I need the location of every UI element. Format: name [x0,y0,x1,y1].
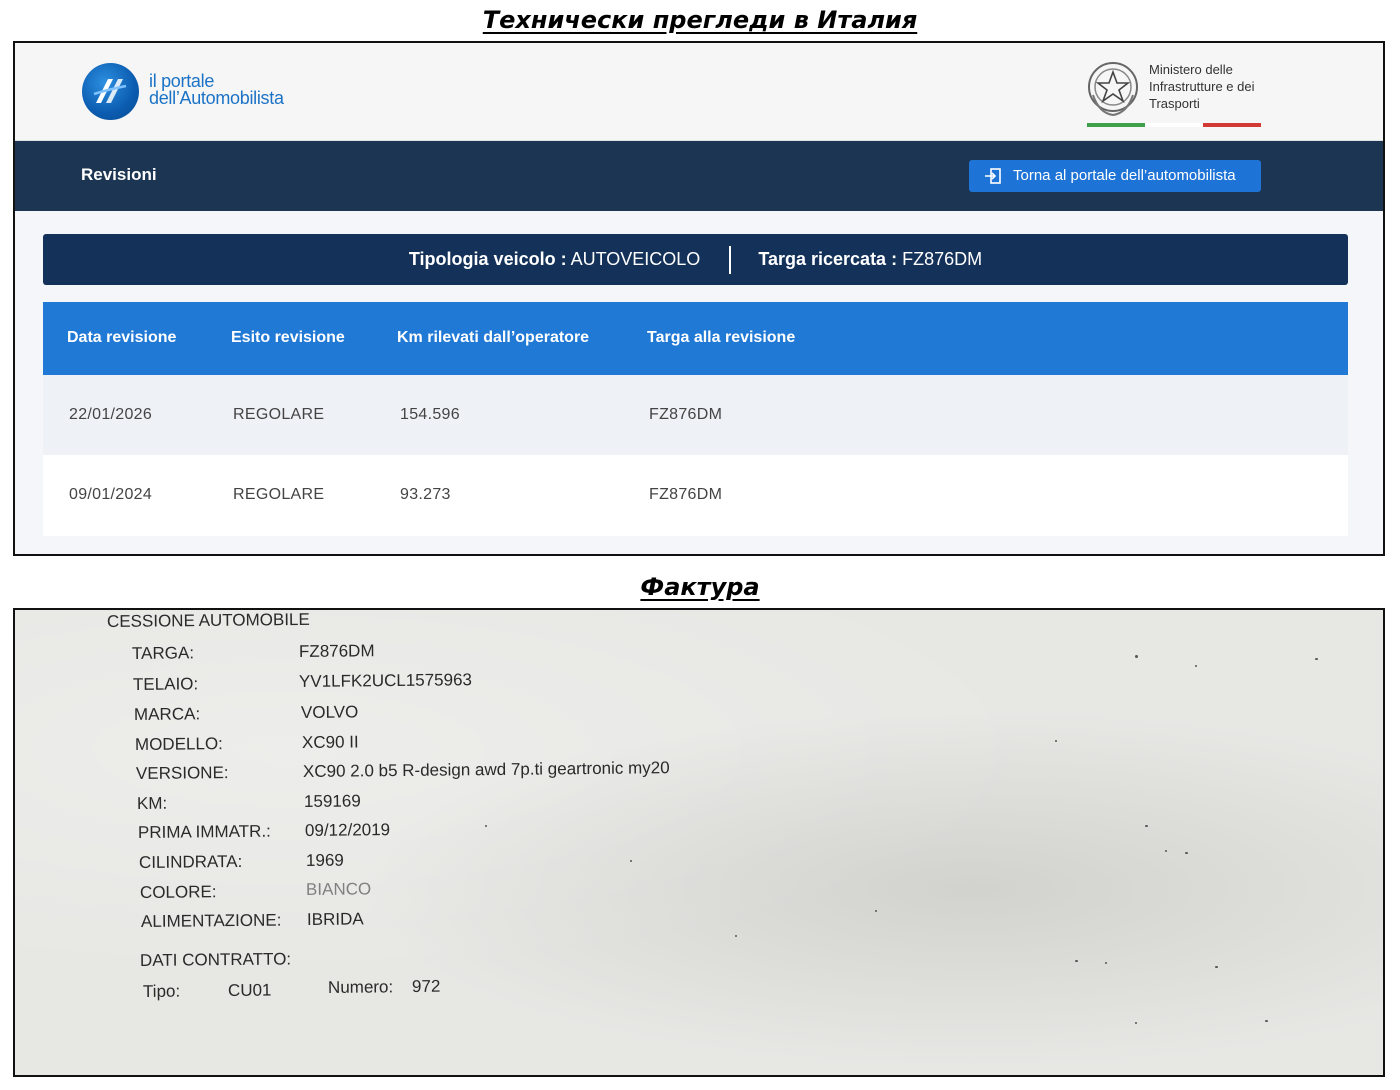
flag-white-stripe [1145,123,1203,127]
portal-logo-icon[interactable] [82,63,139,120]
cell-outcome: REGOLARE [233,406,325,423]
flag-red-stripe [1203,123,1261,127]
scan-speck [485,825,487,827]
scan-speck [1135,1022,1137,1024]
scan-speck [1265,1020,1268,1022]
field-value: 1969 [305,850,344,870]
field-label: VERSIONE: [135,763,229,783]
field-label: ALIMENTAZIONE: [140,910,282,931]
login-icon [985,168,1001,184]
field-label: TELAIO: [132,674,199,694]
table-row: 09/01/2024 REGOLARE 93.273 FZ876DM [43,455,1348,536]
ministry-line-2: Infrastrutture e dei [1149,79,1255,94]
scan-speck [1075,960,1078,962]
portal-navbar: Revisioni Torna al portale dell’automobi… [15,141,1383,211]
cell-km: 154.596 [400,406,460,423]
nav-title[interactable]: Revisioni [81,165,157,185]
field-label: KM: [136,793,168,813]
field-label: TARGA: [131,643,195,663]
contract-type-value: CU01 [227,980,272,1000]
field-value: XC90 II [301,732,359,752]
field-value: VOLVO [300,702,359,722]
vehicle-type-value: AUTOVEICOLO [570,249,701,269]
field-label: MODELLO: [134,734,223,754]
header-plate[interactable]: Targa alla revisione [647,329,795,347]
scan-speck [1055,740,1057,742]
scan-speck [1315,658,1318,660]
field-label: COLORE: [139,882,217,902]
portal-logo-text[interactable]: il portale dell’Automobilista [149,72,284,108]
invoice-heading: CESSIONE AUTOMOBILE [106,609,310,631]
cell-plate: FZ876DM [649,486,723,503]
back-button-label: Torna al portale dell’automobilista [1013,167,1236,184]
cell-outcome: REGOLARE [233,486,325,503]
field-value: 159169 [303,791,361,811]
field-label: MARCA: [133,704,201,724]
scan-speck [735,935,737,937]
field-value: YV1LFK2UCL1575963 [298,670,473,691]
ministry-line-3: Trasporti [1149,96,1200,111]
cell-plate: FZ876DM [649,406,723,423]
plate-value: FZ876DM [902,249,983,269]
field-value: XC90 2.0 b5 R-design awd 7p.ti geartroni… [302,758,670,781]
field-value: 09/12/2019 [304,820,391,840]
cell-date: 22/01/2026 [69,406,153,423]
portal-screenshot: il portale dell’Automobilista Ministero … [13,41,1385,556]
scan-speck [875,910,877,912]
logo-line-2: dell’Automobilista [149,88,284,108]
scan-speck [1215,966,1218,968]
flag-green-stripe [1087,123,1145,127]
scan-speck [1145,825,1148,827]
back-to-portal-button[interactable]: Torna al portale dell’automobilista [969,160,1261,192]
scan-speck [630,860,632,862]
vehicle-type-label: Tipologia veicolo : [408,249,567,269]
header-date[interactable]: Data revisione [67,329,176,347]
italian-emblem-icon [1088,62,1138,117]
field-label: PRIMA IMMATR.: [137,821,271,842]
contract-type-label: Tipo: [142,981,181,1001]
info-separator [729,246,732,275]
scan-speck [1105,962,1107,964]
scan-speck [1185,852,1188,854]
cell-date: 09/01/2024 [69,486,153,503]
scan-speck [1135,655,1138,658]
cell-km: 93.273 [400,486,451,503]
contract-heading: DATI CONTRATTO: [139,949,292,970]
field-label: CILINDRATA: [138,851,243,872]
contract-number-value: 972 [411,976,441,996]
ministry-line-1: Ministero delle [1149,62,1233,77]
table-row: 22/01/2026 REGOLARE 154.596 FZ876DM [43,375,1348,456]
header-km[interactable]: Km rilevati dall’operatore [397,329,589,347]
ministry-name: Ministero delle Infrastrutture e dei Tra… [1149,61,1279,112]
invoice-scan: CESSIONE AUTOMOBILE TARGA: FZ876DM TELAI… [13,608,1385,1077]
scan-speck [1195,665,1197,667]
field-value: FZ876DM [298,641,375,661]
header-outcome[interactable]: Esito revisione [231,329,345,347]
plate-label: Targa ricercata : [758,249,898,269]
vehicle-info-bar: Tipologia veicolo : AUTOVEICOLO Targa ri… [43,234,1348,285]
caption-invoice: Фактура [640,573,760,601]
field-value: BIANCO [305,879,372,899]
portal-header: il portale dell’Automobilista Ministero … [15,43,1383,141]
scan-speck [1165,850,1167,852]
contract-number-label: Numero: [327,977,394,997]
field-value: IBRIDA [306,909,364,929]
revisions-table-header: Data revisione Esito revisione Km rileva… [43,302,1348,375]
caption-inspections: Технически прегледи в Италия [482,6,918,34]
